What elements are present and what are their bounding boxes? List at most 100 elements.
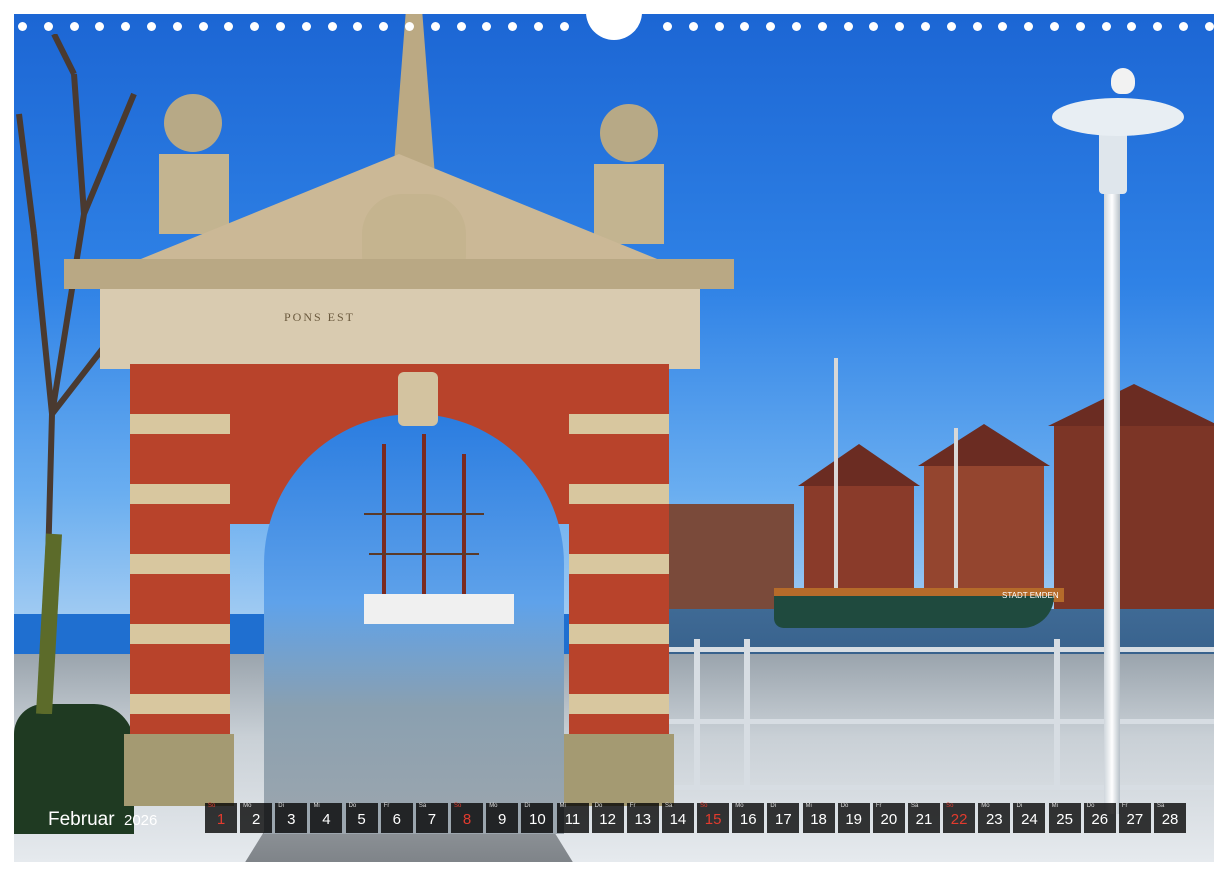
calendar-day: Sa 7 xyxy=(415,803,448,833)
harbor-buildings xyxy=(664,384,1214,614)
binding-hole xyxy=(972,22,982,31)
ship-name: STADT EMDEN xyxy=(1002,591,1059,600)
weekday-label: Di xyxy=(524,803,531,809)
day-number: 22 xyxy=(950,811,968,828)
weekday-label: Sa xyxy=(664,803,673,809)
day-number: 26 xyxy=(1091,811,1109,828)
weekday-label: Sa xyxy=(418,803,427,809)
sailing-ship: STADT EMDEN xyxy=(774,358,1064,628)
binding-hole xyxy=(1204,22,1214,31)
weekday-label: Mi xyxy=(559,803,566,809)
calendar-day: So 22 xyxy=(943,803,976,833)
binding-hole xyxy=(43,22,53,31)
binding-hole xyxy=(224,22,234,31)
binding-hole xyxy=(843,22,853,31)
binding-hole xyxy=(1101,22,1111,31)
calendar-day: Di 3 xyxy=(275,803,308,833)
calendar-day: Fr 20 xyxy=(872,803,905,833)
day-number: 6 xyxy=(392,811,401,828)
calendar-day: Sa 28 xyxy=(1154,803,1187,833)
calendar-day: Sa 14 xyxy=(661,803,694,833)
day-number: 7 xyxy=(427,811,437,828)
weekday-label: So xyxy=(454,803,462,809)
calendar-month: Februar xyxy=(48,809,115,830)
binding-hole xyxy=(198,22,208,31)
binding-hole xyxy=(327,22,337,31)
calendar-day: Di 17 xyxy=(767,803,800,833)
day-number: 15 xyxy=(704,811,722,828)
day-number: 16 xyxy=(739,811,757,828)
calendar-year: 2026 xyxy=(124,812,158,829)
weekday-label: Di xyxy=(278,803,284,809)
binding-hole xyxy=(18,22,27,31)
day-number: 17 xyxy=(775,811,792,828)
day-number: 2 xyxy=(251,811,261,828)
binding-hole xyxy=(1075,22,1085,31)
day-number: 21 xyxy=(915,811,933,828)
binding-hole xyxy=(301,22,311,31)
calendar-day: So 8 xyxy=(451,803,484,833)
calendar-day: Do 5 xyxy=(345,803,378,833)
day-number: 19 xyxy=(845,811,863,828)
harbor-railing xyxy=(664,639,1214,790)
arch-opening xyxy=(264,414,564,834)
binding-hole xyxy=(1127,22,1137,31)
binding-hole xyxy=(559,22,569,31)
calendar-day: Mi 25 xyxy=(1048,803,1081,833)
weekday-label: Mi xyxy=(313,803,320,809)
calendar-day: So 1 xyxy=(205,803,237,833)
day-number: 10 xyxy=(529,811,546,828)
weekday-label: So xyxy=(700,803,708,809)
weekday-label: Fr xyxy=(1121,803,1128,809)
weekday-label: Mo xyxy=(735,803,744,809)
binding-hole xyxy=(1024,22,1034,31)
weekday-label: Fr xyxy=(875,803,882,809)
stone-ball-finial xyxy=(164,94,222,152)
weekday-label: So xyxy=(946,803,954,809)
day-number: 12 xyxy=(599,811,616,828)
keystone xyxy=(398,372,438,426)
calendar-day: Mi 11 xyxy=(556,803,589,833)
binding-hole xyxy=(172,22,182,31)
binding-hole xyxy=(1153,22,1163,31)
calendar-photo: STADT EMDEN PONS EST xyxy=(14,14,1214,862)
stone-ball-finial xyxy=(600,104,658,162)
binding-hole xyxy=(405,22,414,31)
weekday-label: Sa xyxy=(1157,803,1165,809)
day-number: 1 xyxy=(216,811,226,828)
binding-hole xyxy=(250,22,260,31)
binding-hole xyxy=(998,22,1008,31)
binding-hole xyxy=(353,22,363,31)
calendar-day: Mi 18 xyxy=(802,803,835,833)
calendar-day: Fr 6 xyxy=(380,803,413,833)
gate-post xyxy=(594,164,664,244)
weekday-label: Mo xyxy=(489,803,498,809)
calendar-strip: Februar 2026 So 1 Mo 2 Di 3 Mi 4 Do 5 Fr 6 Sa 7 So 8 Mo 9… xyxy=(14,802,1214,836)
rail-post xyxy=(744,639,750,789)
day-number: 3 xyxy=(287,811,296,828)
day-number: 24 xyxy=(1021,811,1038,828)
calendar-day: Mi 4 xyxy=(310,803,343,833)
ship-hull xyxy=(774,596,1054,628)
binding-hole xyxy=(147,22,156,31)
ship-mast xyxy=(834,358,838,598)
weekday-label: Fr xyxy=(629,803,636,809)
calendar-day: Do 12 xyxy=(591,803,624,833)
street-lamp-pole xyxy=(1104,184,1120,814)
hanger-notch xyxy=(586,12,642,40)
weekday-label: Do xyxy=(840,803,849,809)
calendar-day: Mo 23 xyxy=(978,803,1011,833)
calendar-day: Do 19 xyxy=(837,803,870,833)
building xyxy=(1048,384,1214,614)
day-number: 9 xyxy=(498,811,507,828)
gate-cornice xyxy=(64,259,734,289)
day-number: 11 xyxy=(564,811,581,828)
day-number: 20 xyxy=(880,811,898,828)
weekday-label: Mo xyxy=(243,803,252,809)
weekday-label: So xyxy=(208,803,216,809)
weekday-label: Mi xyxy=(1051,803,1058,809)
binding-hole xyxy=(95,22,105,31)
binding-hole xyxy=(69,22,79,31)
binding-hole xyxy=(430,22,440,31)
binding-hole xyxy=(946,22,956,31)
